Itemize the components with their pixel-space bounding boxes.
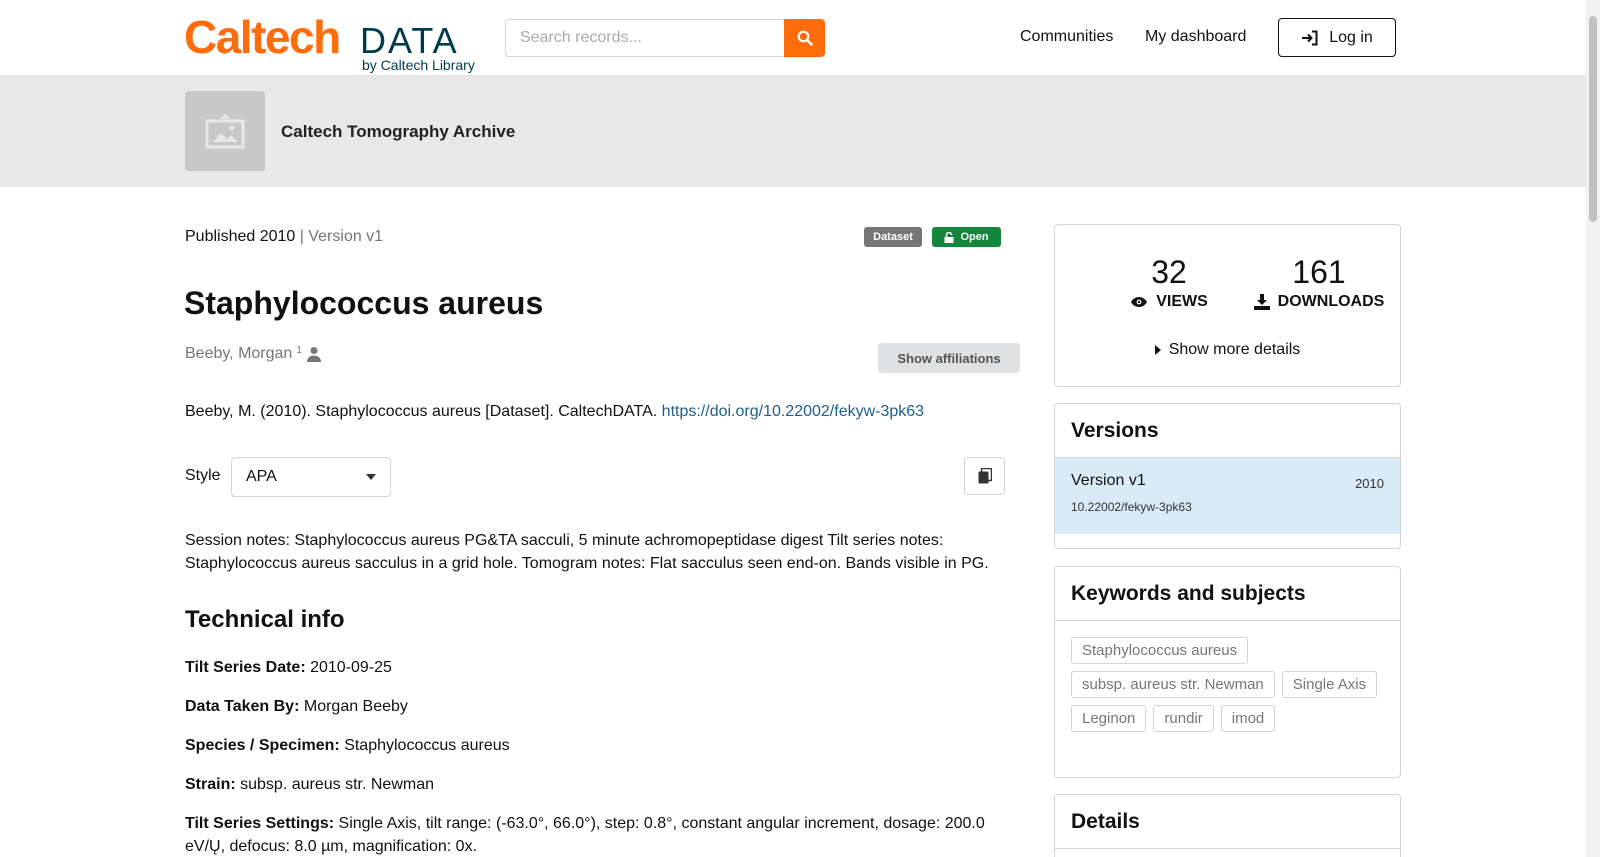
tech-field-label: Tilt Series Settings: <box>185 815 335 832</box>
version-year: 2010 <box>1355 476 1384 491</box>
version-list-item[interactable]: Version v1 2010 10.22002/fekyw-3pk63 <box>1055 458 1400 534</box>
keyword-tag[interactable]: rundir <box>1153 705 1214 732</box>
keyword-tag[interactable]: subsp. aureus str. Newman <box>1071 671 1275 698</box>
logo-caltech-text: Caltech <box>184 11 341 63</box>
versions-heading: Versions <box>1055 404 1400 458</box>
community-banner: Caltech Tomography Archive <box>0 75 1586 187</box>
details-heading: Details <box>1055 795 1400 849</box>
record-description: Session notes: Staphylococcus aureus PG&… <box>185 532 989 572</box>
access-status-badge: Open <box>932 227 1001 247</box>
views-label-row: VIEWS <box>1109 293 1229 311</box>
logo-data-text: DATA <box>360 20 459 61</box>
caret-right-icon <box>1154 345 1161 355</box>
tech-field-row: Species / Specimen: Staphylococcus aureu… <box>185 734 1005 757</box>
show-more-details-toggle[interactable]: Show more details <box>1055 341 1400 359</box>
unlock-icon <box>944 231 954 243</box>
tech-field-label: Tilt Series Date: <box>185 659 306 676</box>
citation-style-label: Style <box>185 467 221 484</box>
tech-field-label: Strain: <box>185 776 236 793</box>
scrollbar-thumb[interactable] <box>1589 16 1597 222</box>
caltech-data-logo[interactable]: Caltech DATA by Caltech Library <box>184 14 484 74</box>
citation-text: Beeby, M. (2010). Staphylococcus aureus … <box>185 403 924 421</box>
doi-link[interactable]: https://doi.org/10.22002/fekyw-3pk63 <box>662 403 924 420</box>
resource-type-badge: Dataset <box>864 227 922 247</box>
sign-in-icon <box>1302 30 1318 45</box>
keyword-tag[interactable]: Staphylococcus aureus <box>1071 637 1249 664</box>
keyword-tag[interactable]: imod <box>1220 705 1276 732</box>
search-button[interactable] <box>784 19 825 57</box>
views-stat: 32 VIEWS <box>1109 255 1229 311</box>
nav-communities[interactable]: Communities <box>1020 28 1113 46</box>
keywords-card: Keywords and subjects Staphylococcus aur… <box>1054 566 1401 778</box>
person-icon <box>306 347 321 362</box>
tech-field-row: Strain: subsp. aureus str. Newman <box>185 773 1005 796</box>
copy-citation-button[interactable] <box>964 457 1005 495</box>
keyword-tag[interactable]: Leginon <box>1071 705 1147 732</box>
tech-field-value: 2010-09-25 <box>310 659 392 676</box>
affiliation-index: 1 <box>296 344 302 356</box>
citation-body: Beeby, M. (2010). Staphylococcus aureus … <box>185 403 658 420</box>
downloads-stat: 161 DOWNLOADS <box>1239 255 1399 311</box>
tech-field-value: subsp. aureus str. Newman <box>240 776 434 793</box>
views-label: VIEWS <box>1156 293 1208 310</box>
keywords-heading: Keywords and subjects <box>1055 567 1400 621</box>
tech-field-label: Data Taken By: <box>185 698 300 715</box>
creator-list: Beeby, Morgan 1 <box>185 345 322 363</box>
versions-card: Versions Version v1 2010 10.22002/fekyw-… <box>1054 403 1401 549</box>
publication-date: Published 2010 <box>185 228 296 245</box>
copy-icon <box>978 468 992 484</box>
tech-field-row: Tilt Series Date: 2010-09-25 <box>185 656 1005 679</box>
views-count: 32 <box>1151 254 1187 290</box>
tech-field-value: Staphylococcus aureus <box>344 737 510 754</box>
creator-name[interactable]: Beeby, Morgan <box>185 345 292 363</box>
citation-style-value: APA <box>246 468 277 485</box>
keyword-tag[interactable]: Single Axis <box>1281 671 1378 698</box>
version-doi: 10.22002/fekyw-3pk63 <box>1071 500 1192 514</box>
show-affiliations-button[interactable]: Show affiliations <box>878 343 1020 373</box>
community-logo[interactable] <box>185 91 265 171</box>
nav-my-dashboard[interactable]: My dashboard <box>1145 28 1246 46</box>
tech-field-row: Tilt Series Settings: Single Axis, tilt … <box>185 812 1005 857</box>
details-card: Details <box>1054 794 1401 857</box>
download-icon <box>1253 294 1270 310</box>
caret-down-icon <box>366 474 376 480</box>
tech-field-value: Morgan Beeby <box>303 698 408 715</box>
record-title: Staphylococcus aureus <box>184 285 544 321</box>
tech-field-row: Data Taken By: Morgan Beeby <box>185 695 1005 718</box>
keyword-list: Staphylococcus aureus subsp. aureus str.… <box>1055 621 1400 732</box>
stats-card: 32 VIEWS 161 DOWNLOADS Show more details <box>1054 224 1401 387</box>
access-status-label: Open <box>960 231 989 243</box>
login-button[interactable]: Log in <box>1278 18 1396 57</box>
site-header: Caltech DATA by Caltech Library Communit… <box>0 0 1586 75</box>
downloads-count: 161 <box>1292 254 1346 290</box>
technical-info-heading: Technical info <box>185 606 345 633</box>
login-label: Log in <box>1329 28 1373 46</box>
search-input[interactable] <box>505 19 785 57</box>
search-icon <box>797 30 813 46</box>
logo-subtitle: by Caltech Library <box>362 57 475 73</box>
page-scrollbar[interactable] <box>1586 0 1600 857</box>
version-label: | Version v1 <box>299 228 384 245</box>
publication-info: Published 2010 | Version v1 <box>185 228 383 246</box>
community-name[interactable]: Caltech Tomography Archive <box>281 122 515 142</box>
show-more-details-label: Show more details <box>1168 341 1301 358</box>
image-placeholder-icon <box>205 114 245 149</box>
version-name: Version v1 <box>1071 472 1146 489</box>
eye-icon <box>1131 297 1148 307</box>
citation-style-dropdown[interactable]: APA <box>231 457 391 497</box>
downloads-label-row: DOWNLOADS <box>1239 293 1399 311</box>
downloads-label: DOWNLOADS <box>1277 293 1385 310</box>
tech-field-label: Species / Specimen: <box>185 737 340 754</box>
